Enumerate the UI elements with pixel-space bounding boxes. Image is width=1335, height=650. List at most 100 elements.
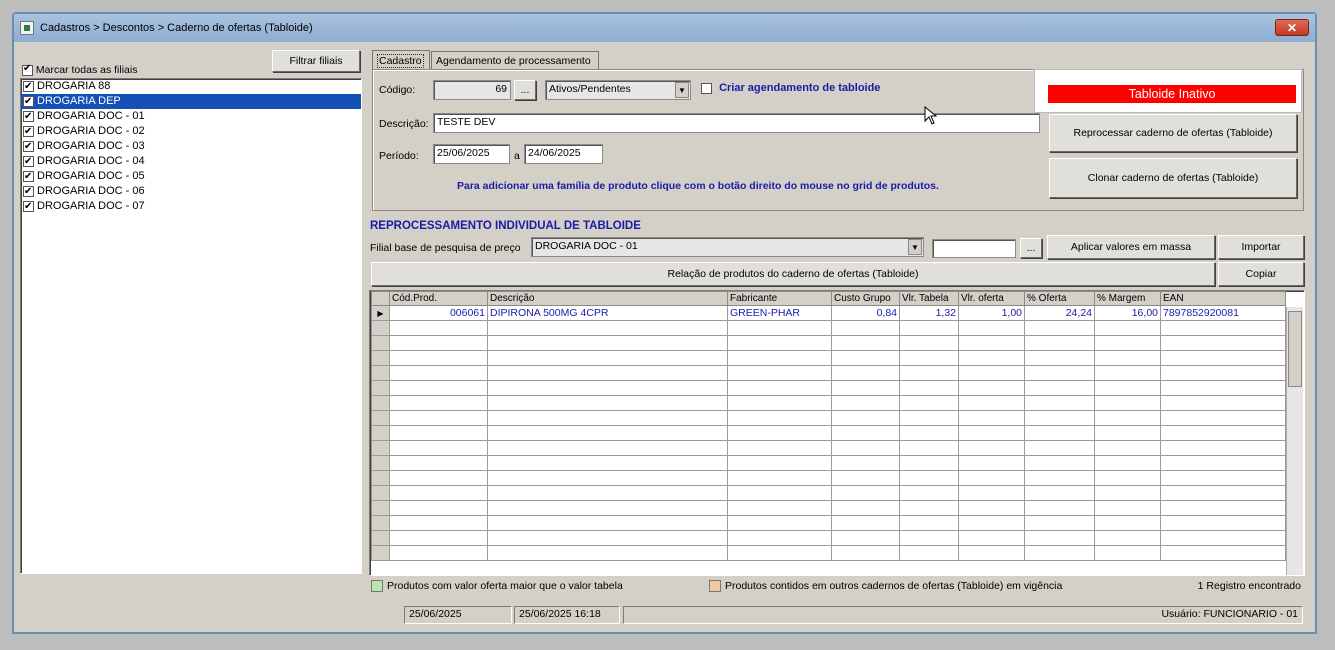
periodo-end-field[interactable]: 24/06/2025 xyxy=(524,144,603,164)
grid-cell[interactable] xyxy=(727,350,832,366)
grid-column-header[interactable]: % Oferta xyxy=(1024,291,1095,306)
row-indicator[interactable] xyxy=(371,545,390,561)
grid-cell[interactable] xyxy=(1094,335,1161,351)
grid-cell[interactable] xyxy=(1024,455,1095,471)
table-row[interactable] xyxy=(371,365,1286,381)
grid-cell[interactable] xyxy=(389,485,488,501)
grid-cell[interactable] xyxy=(899,380,959,396)
grid-cell[interactable] xyxy=(1024,515,1095,531)
table-row[interactable] xyxy=(371,410,1286,426)
aplicar-valores-button[interactable]: Aplicar valores em massa xyxy=(1047,235,1215,259)
grid-cell[interactable] xyxy=(958,500,1025,516)
grid-cell[interactable] xyxy=(899,320,959,336)
grid-cell[interactable] xyxy=(487,320,728,336)
grid-cell[interactable] xyxy=(727,485,832,501)
grid-cell[interactable] xyxy=(727,530,832,546)
filial-base-select[interactable]: DROGARIA DOC - 01 ▼ xyxy=(531,237,924,257)
grid-cell[interactable] xyxy=(899,530,959,546)
grid-cell[interactable] xyxy=(487,410,728,426)
grid-cell[interactable] xyxy=(389,365,488,381)
table-row[interactable] xyxy=(371,485,1286,501)
grid-cell[interactable] xyxy=(727,440,832,456)
grid-cell[interactable] xyxy=(389,500,488,516)
grid-cell[interactable] xyxy=(1160,455,1286,471)
grid-cell[interactable] xyxy=(1160,530,1286,546)
relacao-produtos-button[interactable]: Relação de produtos do caderno de oferta… xyxy=(371,262,1215,286)
grid-cell[interactable] xyxy=(899,500,959,516)
grid-cell[interactable] xyxy=(899,470,959,486)
grid-cell[interactable] xyxy=(487,530,728,546)
grid-cell[interactable] xyxy=(1094,410,1161,426)
grid-cell[interactable] xyxy=(831,425,900,441)
grid-cell[interactable] xyxy=(899,515,959,531)
grid-cell[interactable]: DIPIRONA 500MG 4CPR xyxy=(487,305,728,321)
grid-cell[interactable] xyxy=(1160,500,1286,516)
grid-cell[interactable] xyxy=(487,470,728,486)
grid-cell[interactable] xyxy=(487,350,728,366)
grid-cell[interactable] xyxy=(1024,485,1095,501)
grid-cell[interactable] xyxy=(958,530,1025,546)
grid-cell[interactable] xyxy=(389,335,488,351)
criar-agendamento-check-icon[interactable] xyxy=(701,82,712,94)
row-indicator[interactable] xyxy=(371,470,390,486)
grid-column-header[interactable]: Fabricante xyxy=(727,291,832,306)
chevron-down-icon[interactable]: ▼ xyxy=(675,82,689,98)
grid-column-header[interactable]: EAN xyxy=(1160,291,1286,306)
row-pointer-icon[interactable]: ▶ xyxy=(371,305,390,321)
grid-cell[interactable] xyxy=(1094,500,1161,516)
grid-cell[interactable] xyxy=(1094,320,1161,336)
branch-item[interactable]: DROGARIA DOC - 07 xyxy=(21,199,361,214)
grid-cell[interactable] xyxy=(487,335,728,351)
grid-cell[interactable]: 1,00 xyxy=(958,305,1025,321)
branch-item[interactable]: DROGARIA 88 xyxy=(21,79,361,94)
grid-cell[interactable] xyxy=(1160,440,1286,456)
grid-cell[interactable] xyxy=(831,500,900,516)
grid-cell[interactable] xyxy=(899,395,959,411)
grid-cell[interactable] xyxy=(1160,425,1286,441)
branch-item[interactable]: DROGARIA DOC - 04 xyxy=(21,154,361,169)
grid-cell[interactable] xyxy=(831,440,900,456)
grid-cell[interactable] xyxy=(487,395,728,411)
row-indicator[interactable] xyxy=(371,485,390,501)
grid-cell[interactable]: 7897852920081 xyxy=(1160,305,1286,321)
grid-cell[interactable] xyxy=(727,515,832,531)
branch-item[interactable]: DROGARIA DEP xyxy=(21,94,361,109)
grid-cell[interactable] xyxy=(1024,545,1095,561)
grid-cell[interactable] xyxy=(487,455,728,471)
chevron-down-icon[interactable]: ▼ xyxy=(908,239,922,255)
grid-cell[interactable] xyxy=(1160,470,1286,486)
row-indicator[interactable] xyxy=(371,380,390,396)
reprocessar-button[interactable]: Reprocessar caderno de ofertas (Tabloide… xyxy=(1049,114,1297,152)
grid-cell[interactable] xyxy=(1094,380,1161,396)
grid-cell[interactable] xyxy=(831,365,900,381)
valor-massa-lookup-button[interactable]: ... xyxy=(1020,238,1042,258)
grid-cell[interactable] xyxy=(1160,395,1286,411)
row-indicator[interactable] xyxy=(371,440,390,456)
grid-cell[interactable] xyxy=(1094,425,1161,441)
grid-scrollbar[interactable] xyxy=(1286,307,1303,575)
tab-cadastro[interactable]: Cadastro xyxy=(372,50,430,70)
grid-cell[interactable] xyxy=(831,530,900,546)
mark-all-check-icon[interactable] xyxy=(22,63,33,76)
grid-cell[interactable] xyxy=(727,425,832,441)
grid-cell[interactable] xyxy=(1160,350,1286,366)
table-row[interactable] xyxy=(371,530,1286,546)
grid-cell[interactable] xyxy=(899,425,959,441)
grid-cell[interactable] xyxy=(389,410,488,426)
grid-cell[interactable] xyxy=(1094,350,1161,366)
descricao-field[interactable]: TESTE DEV xyxy=(433,113,1040,133)
grid-cell[interactable] xyxy=(1094,545,1161,561)
branch-check-icon[interactable] xyxy=(23,139,34,154)
grid-cell[interactable] xyxy=(831,380,900,396)
periodo-start-field[interactable]: 25/06/2025 xyxy=(433,144,510,164)
branch-item[interactable]: DROGARIA DOC - 02 xyxy=(21,124,361,139)
table-row[interactable] xyxy=(371,425,1286,441)
branch-check-icon[interactable] xyxy=(23,109,34,124)
grid-cell[interactable] xyxy=(1160,485,1286,501)
grid-cell[interactable] xyxy=(958,545,1025,561)
row-indicator[interactable] xyxy=(371,365,390,381)
branch-check-icon[interactable] xyxy=(23,94,34,109)
grid-cell[interactable] xyxy=(1024,335,1095,351)
grid-cell[interactable] xyxy=(1024,530,1095,546)
table-row[interactable] xyxy=(371,380,1286,396)
